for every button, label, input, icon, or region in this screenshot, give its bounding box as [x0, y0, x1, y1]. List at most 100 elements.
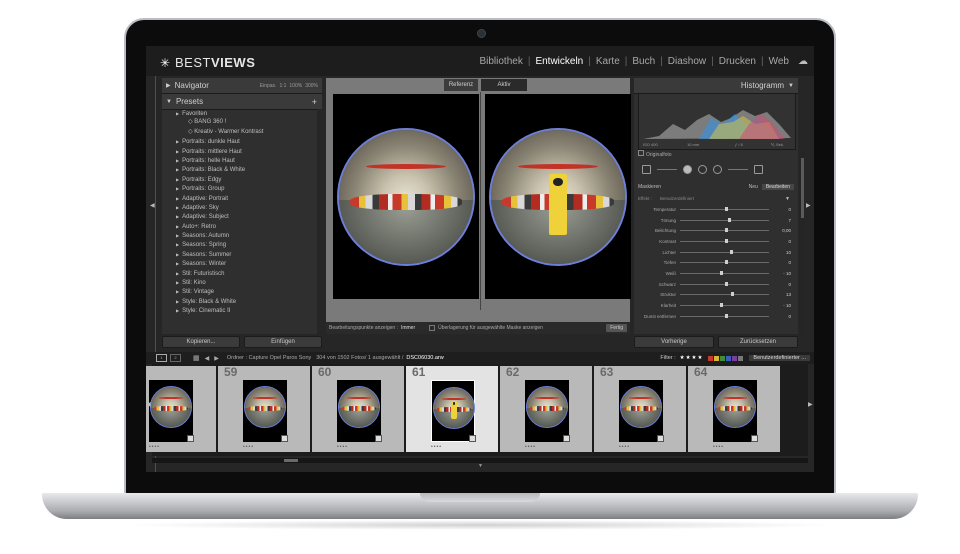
filmstrip-thumbnail[interactable]: •••• — [146, 366, 216, 452]
slider-track[interactable] — [680, 238, 769, 243]
preset-scrollbar[interactable] — [317, 109, 322, 334]
cloud-icon[interactable]: ☁ — [798, 56, 808, 67]
slider-value[interactable]: - 10 — [769, 271, 794, 276]
heal-icon[interactable] — [698, 164, 707, 174]
gradient-icon[interactable] — [754, 164, 763, 174]
forward-arrow-icon[interactable]: ▶ — [214, 355, 219, 362]
color-label-swatch[interactable] — [720, 355, 726, 361]
slider-track[interactable] — [680, 281, 769, 286]
slider-value[interactable]: 0 — [769, 282, 794, 287]
preset-item[interactable]: ▶ Adaptive: Portrait — [162, 194, 316, 203]
redeye-icon[interactable] — [713, 164, 722, 174]
slider-value[interactable]: 0,00 — [769, 228, 794, 233]
module-drucken[interactable]: Drucken — [714, 56, 761, 67]
navigator-header[interactable]: ▶ Navigator Einpas. 1:1 100% 300% — [162, 78, 322, 94]
preset-item[interactable]: ▶ Seasons: Winter — [162, 259, 316, 268]
zoom-option[interactable]: 1:1 — [279, 83, 286, 89]
preset-item[interactable]: ▶ Favoriten — [162, 109, 316, 118]
reference-photo[interactable] — [333, 94, 479, 299]
slider-knob[interactable] — [724, 206, 728, 211]
module-diashow[interactable]: Diashow — [663, 56, 711, 67]
overlay-checkbox[interactable] — [429, 325, 436, 331]
color-label-swatch[interactable] — [708, 355, 714, 361]
rating-dots[interactable]: •••• — [431, 444, 442, 450]
slider-value[interactable]: - 10 — [769, 303, 794, 308]
custom-filter-dropdown[interactable]: Benutzerdefinierter ... — [749, 355, 810, 361]
rating-dots[interactable]: •••• — [619, 444, 630, 450]
preset-item[interactable]: ▶ Portraits: mittlere Haut — [162, 147, 316, 156]
presets-header[interactable]: ▼ Presets + — [162, 94, 322, 110]
slider-knob[interactable] — [720, 270, 724, 275]
tab-active[interactable]: Aktiv — [481, 79, 527, 91]
monitor-1-button[interactable]: 1 — [156, 354, 167, 362]
mask-new-button[interactable]: Neu — [749, 184, 758, 190]
preset-item[interactable]: ▶ Portraits: Black & White — [162, 165, 316, 174]
slider-value[interactable]: 13 — [769, 292, 794, 297]
filmstrip-thumbnail[interactable]: 63 •••• — [594, 365, 686, 452]
slider-value[interactable]: 0 — [769, 260, 794, 265]
preset-item[interactable]: ▶ Stil: Kino — [162, 278, 316, 287]
slider-knob[interactable] — [724, 260, 728, 265]
slider-knob[interactable] — [724, 313, 728, 318]
slider-knob[interactable] — [730, 292, 734, 297]
preset-item[interactable]: ▶ Seasons: Spring — [162, 240, 316, 249]
mask-edit-button[interactable]: Bearbeiten — [761, 184, 794, 190]
reset-button[interactable]: Zurücksetzen — [718, 336, 798, 348]
preset-item[interactable]: ◇ Kreativ - Warmer Kontrast — [162, 128, 316, 137]
color-label-swatch[interactable] — [726, 355, 732, 361]
preset-item[interactable]: ▶ Portraits: dunkle Haut — [162, 137, 316, 146]
preset-item[interactable]: ▶ Adaptive: Sky — [162, 203, 316, 212]
filmstrip-right-arrow-icon[interactable]: ▶ — [808, 401, 813, 408]
right-scrollbar[interactable] — [800, 150, 805, 334]
plus-icon[interactable]: + — [312, 97, 322, 107]
slider-knob[interactable] — [724, 228, 728, 233]
preset-item[interactable]: ▶ Style: Cinematic II — [162, 306, 316, 315]
original-photo-toggle[interactable]: Originalfoto — [638, 150, 672, 158]
histogram-header[interactable]: Histogramm ▼ — [634, 78, 798, 94]
slider-track[interactable] — [680, 249, 769, 254]
slider-track[interactable] — [680, 313, 769, 318]
rating-dots[interactable]: •••• — [713, 444, 724, 450]
collapse-bottom-icon[interactable]: ▼ — [478, 463, 483, 469]
module-buch[interactable]: Buch — [627, 56, 660, 67]
back-arrow-icon[interactable]: ◀ — [205, 355, 210, 362]
preset-item[interactable]: ▶ Auto+: Retro — [162, 222, 316, 231]
grid-icon[interactable]: ▦ — [193, 354, 200, 362]
star-filter[interactable]: ★★★★ — [680, 355, 704, 361]
crop-icon[interactable] — [642, 164, 651, 174]
rating-dots[interactable]: •••• — [149, 444, 160, 450]
preset-item[interactable]: ▶ Portraits: Edgy — [162, 175, 316, 184]
preset-item[interactable]: ◇ BANG 360 ! — [162, 118, 316, 127]
slider-track[interactable] — [680, 303, 769, 308]
zoom-option[interactable]: 100% — [289, 83, 302, 89]
preset-item[interactable]: ▶ Portraits: helle Haut — [162, 156, 316, 165]
slider-knob[interactable] — [728, 217, 732, 222]
zoom-option[interactable]: 300% — [305, 83, 318, 89]
slider-track[interactable] — [680, 217, 769, 222]
filmstrip-thumbnail[interactable]: 62 •••• — [500, 365, 592, 452]
rating-dots[interactable]: •••• — [243, 444, 254, 450]
filmstrip-left-arrow-icon[interactable]: ◀ — [146, 401, 151, 408]
mask-icon[interactable] — [683, 164, 692, 174]
filmstrip-thumbnail[interactable]: 60 •••• — [312, 365, 404, 452]
module-entwickeln[interactable]: Entwickeln — [530, 56, 588, 67]
slider-knob[interactable] — [724, 238, 728, 243]
collapse-left-icon[interactable]: ◀ — [150, 202, 155, 209]
folder-path[interactable]: Ordner : Capture Opel Paros Sony — [227, 355, 311, 361]
collapse-right-icon[interactable]: ▶ — [806, 202, 811, 209]
preset-item[interactable]: ▶ Portraits: Group — [162, 184, 316, 193]
slider-track[interactable] — [680, 260, 769, 265]
module-bibliothek[interactable]: Bibliothek — [474, 56, 527, 67]
rating-dots[interactable]: •••• — [525, 444, 536, 450]
edit-pins-dropdown[interactable]: Immer — [401, 325, 415, 331]
module-web[interactable]: Web — [764, 56, 794, 67]
slider-value[interactable]: 0 — [769, 314, 794, 319]
filmstrip-thumbnail[interactable]: 61 •••• — [406, 365, 498, 452]
color-label-filter[interactable] — [708, 355, 744, 361]
slider-knob[interactable] — [724, 281, 728, 286]
slider-track[interactable] — [680, 292, 769, 297]
preset-item[interactable]: ▶ Style: Black & White — [162, 297, 316, 306]
done-button[interactable]: Fertig — [606, 324, 627, 332]
rating-dots[interactable]: •••• — [337, 444, 348, 450]
filmstrip-thumbnail[interactable]: 59 •••• — [218, 365, 310, 452]
